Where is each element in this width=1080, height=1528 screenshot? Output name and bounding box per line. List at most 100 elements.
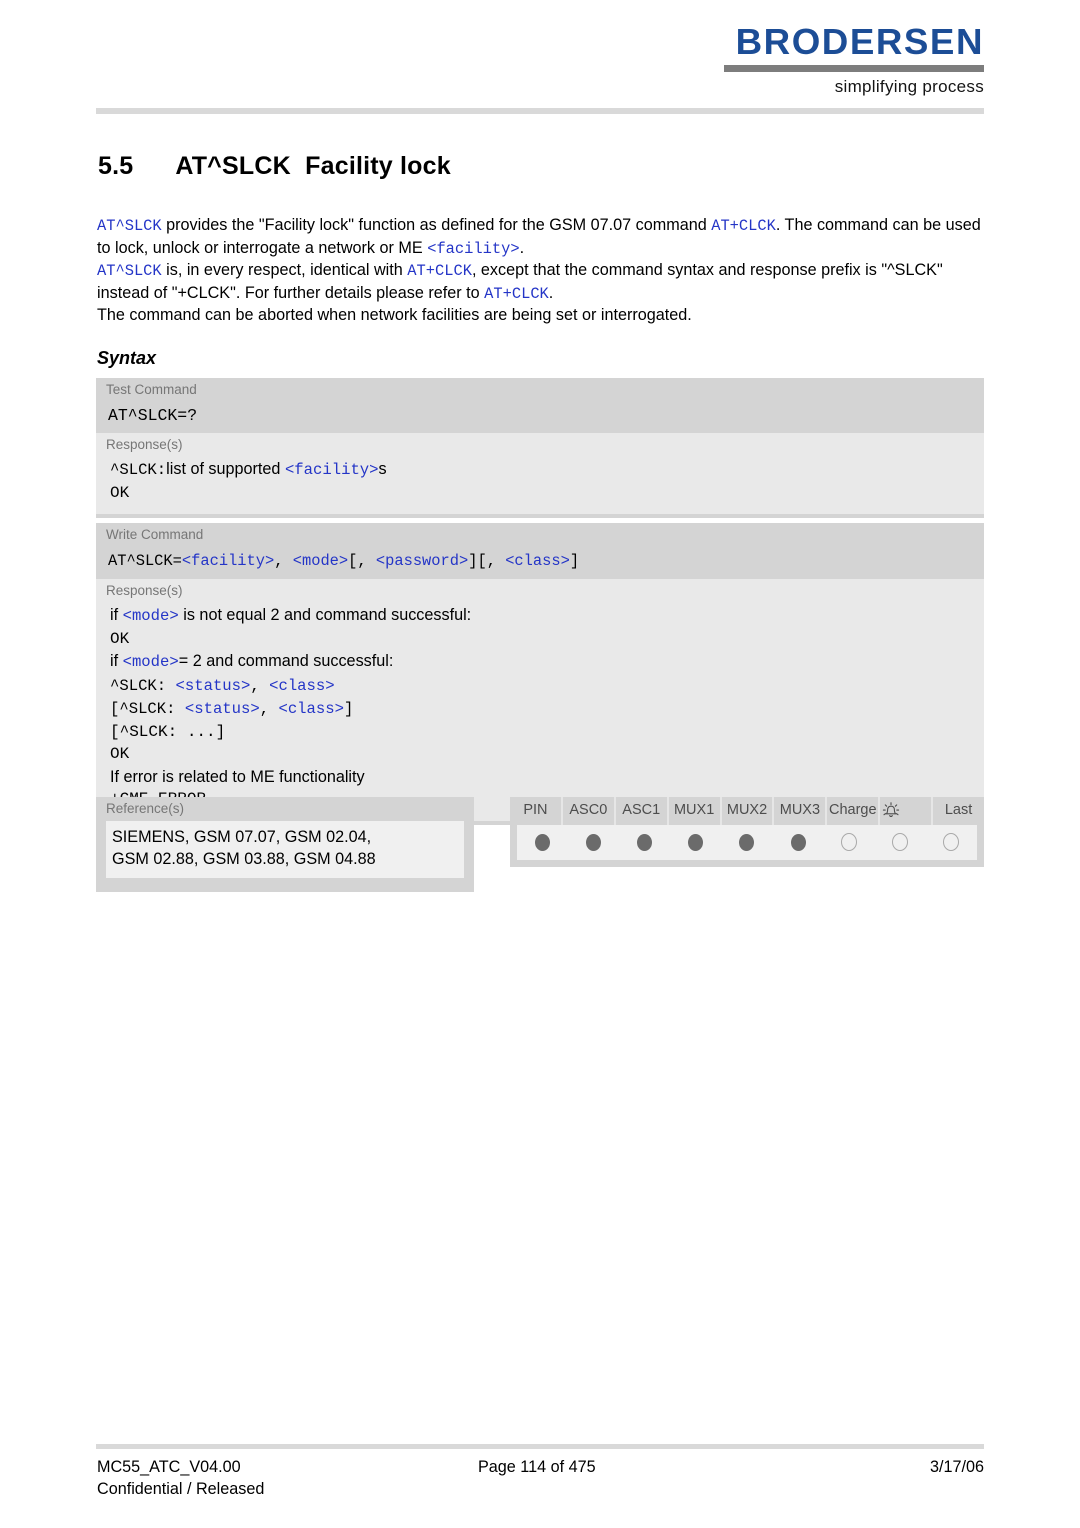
intro-text-3: . bbox=[519, 238, 525, 257]
pin-cell-asc0 bbox=[568, 833, 619, 851]
write-command-syntax: AT^SLCK=<facility>, <mode>[, <password>]… bbox=[96, 546, 984, 579]
test-command-label: Test Command bbox=[106, 382, 197, 397]
write-cmd-part-6: ][, bbox=[468, 552, 506, 570]
code-status-2: <status> bbox=[184, 700, 260, 718]
header-rule bbox=[96, 108, 984, 114]
references-content: SIEMENS, GSM 07.07, GSM 02.04, GSM 02.88… bbox=[106, 821, 464, 878]
write-response-line-2: OK bbox=[110, 629, 130, 648]
write-response-line-7: OK bbox=[110, 745, 130, 763]
logo-tagline: simplifying process bbox=[834, 77, 984, 96]
test-response-line-1: ^SLCK:list of supported <facility>s bbox=[110, 458, 984, 482]
section-name: Facility lock bbox=[305, 152, 451, 180]
status-dot-filled bbox=[739, 833, 755, 851]
code-mode-1: <mode> bbox=[122, 607, 179, 625]
section-command: AT^SLCK bbox=[175, 152, 291, 180]
code-status-1: <status> bbox=[175, 676, 251, 695]
references-line-1: SIEMENS, GSM 07.07, GSM 02.04, bbox=[112, 828, 372, 846]
footer-date: 3/17/06 bbox=[929, 1458, 984, 1476]
pin-col-header-asc0: ASC0 bbox=[563, 797, 616, 825]
footer-page-number: Page 114 of 475 bbox=[478, 1458, 596, 1476]
intro-paragraphs: AT^SLCK provides the "Facility lock" fun… bbox=[97, 215, 992, 327]
pin-table-row bbox=[517, 825, 977, 860]
pin-col-header-pin: PIN bbox=[510, 797, 563, 825]
pin-col-header-last: Last bbox=[944, 802, 973, 818]
write-response-line-4: ^SLCK: <status>, <class> bbox=[110, 674, 984, 698]
slck-prefix-2: ^SLCK: bbox=[110, 676, 176, 695]
pin-col-header-asc1: ASC1 bbox=[616, 797, 669, 825]
pin-col-header-mux2: MUX2 bbox=[722, 797, 775, 825]
code-at-slck: AT^SLCK bbox=[97, 217, 162, 235]
code-mode-2: <mode> bbox=[122, 653, 179, 671]
write-response-line-1: if <mode> is not equal 2 and command suc… bbox=[110, 604, 984, 628]
write-response-label: Response(s) bbox=[106, 583, 183, 598]
status-dot-filled bbox=[637, 833, 653, 851]
slck-prefix: ^SLCK: bbox=[110, 461, 167, 479]
code-at-slck-2: AT^SLCK bbox=[97, 262, 162, 280]
status-dot-filled bbox=[688, 833, 704, 851]
test-response-body: ^SLCK:list of supported <facility>s OK bbox=[96, 456, 984, 504]
pin-col-header-mux3: MUX3 bbox=[774, 797, 828, 825]
bottom-row: Reference(s) SIEMENS, GSM 07.07, GSM 02.… bbox=[96, 797, 984, 892]
pin-cell-asc1 bbox=[619, 833, 670, 851]
slck-desc: list of supported bbox=[166, 460, 285, 478]
bracket-close-1: ] bbox=[343, 700, 354, 718]
test-response-line-2: OK bbox=[110, 483, 130, 502]
intro-paragraph-3: The command can be aborted when network … bbox=[97, 306, 692, 324]
status-dot-empty bbox=[841, 833, 858, 851]
status-dot-filled bbox=[586, 833, 602, 851]
write-command-response: Response(s) if <mode> is not equal 2 and… bbox=[96, 579, 984, 821]
code-class-2: <class> bbox=[278, 700, 344, 718]
page-footer: MC55_ATC_V04.00 Confidential / Released … bbox=[96, 1444, 984, 1503]
status-dot-filled bbox=[790, 833, 806, 851]
document-page: BRODERSEN simplifying process 5.5 AT^SLC… bbox=[0, 0, 1080, 1528]
pin-cell-mux2 bbox=[721, 833, 772, 851]
logo-divider-bar bbox=[724, 65, 984, 72]
write-cmd-part-2: , bbox=[274, 552, 293, 570]
write-cmd-part-8: ] bbox=[569, 552, 580, 570]
write-response-body: if <mode> is not equal 2 and command suc… bbox=[96, 602, 984, 811]
page-header: BRODERSEN simplifying process bbox=[0, 0, 1080, 120]
sep-1: , bbox=[250, 676, 270, 695]
code-at-clck: AT+CLCK bbox=[711, 217, 776, 235]
status-dot-empty bbox=[892, 833, 909, 851]
references-label: Reference(s) bbox=[106, 801, 185, 816]
intro-text-6: . bbox=[548, 283, 554, 302]
write-response-line-6: [^SLCK: ...] bbox=[110, 722, 226, 741]
pin-cell-pin bbox=[517, 833, 568, 851]
cond-text-1: is not equal 2 and command successful: bbox=[178, 606, 472, 624]
page-title: 5.5 AT^SLCK Facility lock bbox=[98, 152, 451, 181]
intro-text-4: is, in every respect, identical with bbox=[161, 261, 408, 279]
footer-row: MC55_ATC_V04.00 Confidential / Released … bbox=[96, 1457, 984, 1503]
logo-wordmark: BRODERSEN bbox=[735, 21, 984, 62]
test-response-label: Response(s) bbox=[106, 437, 183, 452]
test-command-response: Response(s) ^SLCK:list of supported <fac… bbox=[96, 433, 984, 514]
pin-support-table: PIN ASC0 ASC1 MUX1 MUX2 MUX3 Charge Last bbox=[510, 797, 984, 867]
cond-if-2: if bbox=[110, 652, 123, 670]
code-at-clck-2: AT+CLCK bbox=[407, 262, 472, 280]
intro-text-1: provides the "Facility lock" function as… bbox=[161, 216, 712, 234]
status-dot-filled bbox=[535, 833, 551, 851]
code-at-clck-3: AT+CLCK bbox=[484, 284, 549, 303]
sep-2: , bbox=[259, 700, 279, 718]
write-cmd-part-1: <facility> bbox=[181, 552, 275, 570]
references-line-2: GSM 02.88, GSM 03.88, GSM 04.88 bbox=[112, 849, 376, 868]
pin-col-header-charge: Charge bbox=[827, 797, 881, 825]
slck-prefix-3: [^SLCK: bbox=[110, 700, 185, 718]
intro-paragraph-1: AT^SLCK provides the "Facility lock" fun… bbox=[97, 215, 992, 260]
footer-doc-id: MC55_ATC_V04.00 bbox=[97, 1458, 241, 1476]
write-cmd-part-5: <password> bbox=[375, 552, 469, 570]
write-response-line-8: If error is related to ME functionality bbox=[110, 767, 365, 786]
pin-cell-alarm bbox=[875, 833, 926, 851]
cond-text-2: = 2 and command successful: bbox=[178, 652, 394, 670]
write-response-line-5: [^SLCK: <status>, <class>] bbox=[110, 697, 984, 721]
status-dot-empty bbox=[943, 833, 960, 851]
write-cmd-part-7: <class> bbox=[505, 552, 570, 570]
section-number: 5.5 bbox=[98, 152, 134, 180]
pin-cell-mux3 bbox=[773, 833, 824, 851]
code-facility-2: <facility> bbox=[284, 461, 379, 479]
write-cmd-part-0: AT^SLCK= bbox=[108, 552, 182, 570]
pin-table-header: PIN ASC0 ASC1 MUX1 MUX2 MUX3 Charge Last bbox=[510, 797, 984, 825]
test-command-block: Test Command AT^SLCK=? Response(s) ^SLCK… bbox=[96, 378, 984, 518]
footer-classification: Confidential / Released bbox=[97, 1479, 265, 1498]
write-cmd-part-4: [, bbox=[348, 552, 376, 570]
